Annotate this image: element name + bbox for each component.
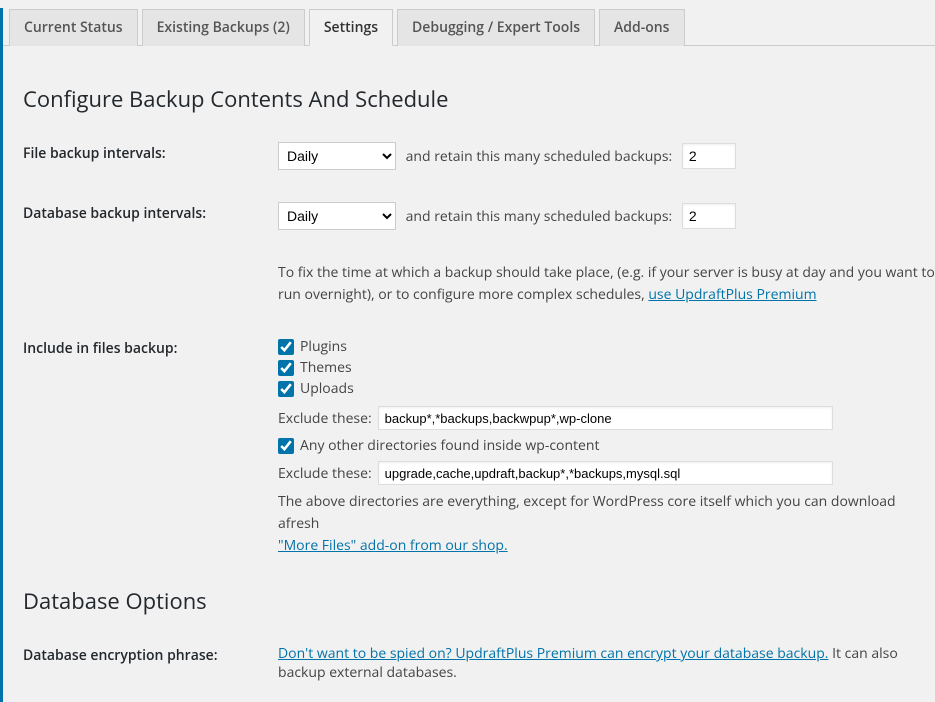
include-other-dirs: Any other directories found inside wp-co… (278, 436, 935, 455)
include-other-dirs-checkbox[interactable] (278, 438, 294, 454)
db-intervals-row: Database backup intervals: Daily and ret… (23, 202, 935, 230)
settings-content: Configure Backup Contents And Schedule F… (3, 46, 935, 702)
encryption-premium-link[interactable]: Don't want to be spied on? UpdraftPlus P… (278, 644, 828, 663)
exclude1-label: Exclude these: (278, 409, 372, 428)
include-plugins-label: Plugins (300, 337, 347, 356)
include-checklist: Plugins Themes Uploads (278, 337, 935, 398)
premium-link[interactable]: use UpdraftPlus Premium (648, 285, 816, 304)
configure-heading: Configure Backup Contents And Schedule (23, 84, 935, 114)
file-intervals-label: File backup intervals: (23, 142, 278, 170)
include-uploads-label: Uploads (300, 379, 354, 398)
include-other-dirs-label: Any other directories found inside wp-co… (300, 436, 600, 455)
include-label: Include in files backup: (23, 337, 278, 556)
tab-debugging[interactable]: Debugging / Expert Tools (397, 9, 595, 46)
encryption-label: Database encryption phrase: (23, 644, 278, 682)
include-themes-label: Themes (300, 358, 352, 377)
settings-page: Current Status Existing Backups (2) Sett… (0, 8, 935, 702)
include-plugins: Plugins (278, 337, 935, 356)
database-options-heading: Database Options (23, 586, 935, 616)
file-intervals-select[interactable]: Daily (278, 142, 396, 170)
exclude1-row: Exclude these: (278, 406, 935, 430)
exclude1-input[interactable] (378, 406, 833, 430)
file-retain-text: and retain this many scheduled backups: (406, 147, 673, 166)
exclude2-label: Exclude these: (278, 464, 372, 483)
include-field: Plugins Themes Uploads Exclude these: (278, 337, 935, 556)
include-row: Include in files backup: Plugins Themes … (23, 337, 935, 556)
exclude2-row: Exclude these: (278, 461, 935, 485)
db-intervals-label: Database backup intervals: (23, 202, 278, 230)
exclude2-input[interactable] (378, 461, 833, 485)
include-note: The above directories are everything, ex… (278, 491, 935, 556)
tab-existing-backups[interactable]: Existing Backups (2) (142, 9, 305, 46)
more-files-link[interactable]: "More Files" add-on from our shop. (278, 536, 508, 555)
tab-current-status[interactable]: Current Status (9, 9, 138, 46)
tab-settings[interactable]: Settings (309, 9, 393, 46)
include-plugins-checkbox[interactable] (278, 339, 294, 355)
tab-addons[interactable]: Add-ons (599, 9, 684, 46)
db-intervals-field: Daily and retain this many scheduled bac… (278, 202, 935, 230)
include-uploads: Uploads (278, 379, 935, 398)
include-themes-checkbox[interactable] (278, 360, 294, 376)
file-retain-input[interactable] (682, 143, 736, 169)
file-intervals-row: File backup intervals: Daily and retain … (23, 142, 935, 170)
encryption-field: Don't want to be spied on? UpdraftPlus P… (278, 644, 935, 682)
db-intervals-select[interactable]: Daily (278, 202, 396, 230)
encryption-row: Database encryption phrase: Don't want t… (23, 644, 935, 682)
schedule-help-text: To fix the time at which a backup should… (278, 262, 935, 305)
include-themes: Themes (278, 358, 935, 377)
file-intervals-field: Daily and retain this many scheduled bac… (278, 142, 935, 170)
schedule-help-row: To fix the time at which a backup should… (23, 262, 935, 305)
tab-bar: Current Status Existing Backups (2) Sett… (3, 8, 935, 46)
db-retain-text: and retain this many scheduled backups: (406, 207, 673, 226)
db-retain-input[interactable] (682, 203, 736, 229)
include-uploads-checkbox[interactable] (278, 381, 294, 397)
